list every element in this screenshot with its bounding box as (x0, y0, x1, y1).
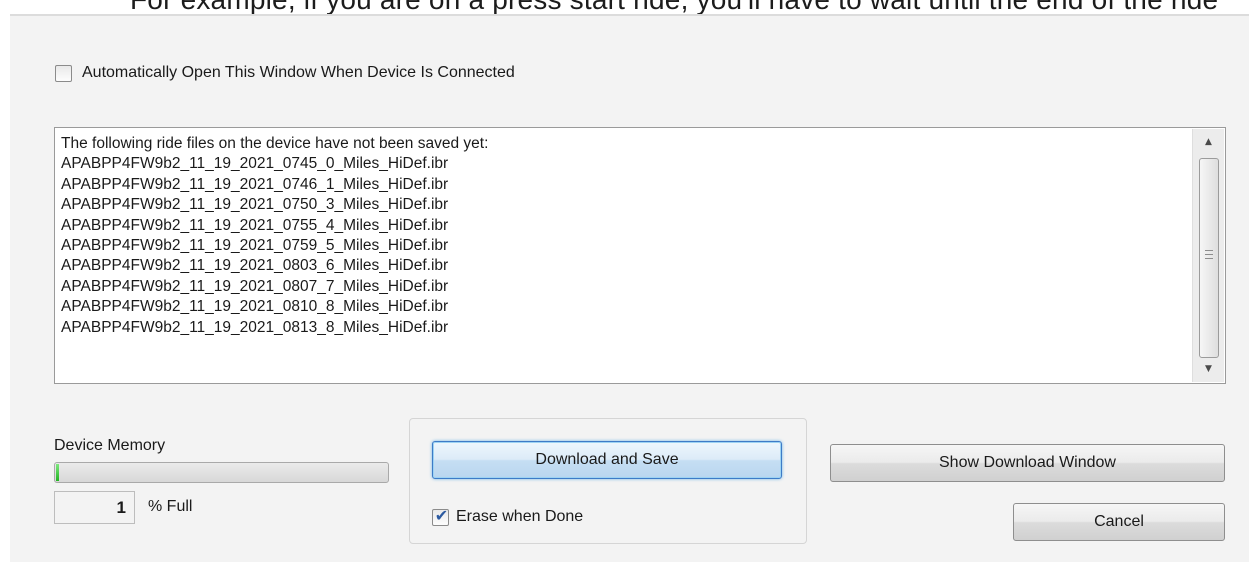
auto-open-checkbox[interactable] (55, 65, 72, 82)
auto-open-label[interactable]: Automatically Open This Window When Devi… (82, 64, 515, 82)
download-and-save-button[interactable]: Download and Save (432, 441, 782, 479)
list-item[interactable]: APABPP4FW9b2_11_19_2021_0810_8_Miles_HiD… (61, 297, 1191, 317)
scroll-up-arrow-icon[interactable]: ▲ (1193, 131, 1224, 153)
erase-when-done-checkbox[interactable]: ✔ (432, 506, 449, 526)
show-download-window-button[interactable]: Show Download Window (830, 444, 1225, 482)
background-document-text-fragment: For example, if you are on a press start… (0, 0, 1249, 14)
device-memory-progress-bar (54, 462, 389, 483)
checkmark-icon (56, 63, 73, 80)
file-list-content: The following ride files on the device h… (61, 134, 1191, 378)
list-item[interactable]: APABPP4FW9b2_11_19_2021_0759_5_Miles_HiD… (61, 236, 1191, 256)
device-memory-label: Device Memory (54, 437, 166, 454)
file-list-header: The following ride files on the device h… (61, 135, 489, 152)
list-item[interactable]: APABPP4FW9b2_11_19_2021_0813_8_Miles_HiD… (61, 318, 1191, 338)
unsaved-files-list[interactable]: The following ride files on the device h… (54, 127, 1226, 384)
scroll-down-arrow-icon[interactable]: ▼ (1193, 358, 1224, 380)
grip-icon (1205, 250, 1213, 262)
device-memory-progress-fill (56, 464, 60, 481)
list-item[interactable]: APABPP4FW9b2_11_19_2021_0755_4_Miles_HiD… (61, 216, 1191, 236)
list-item[interactable]: APABPP4FW9b2_11_19_2021_0803_6_Miles_HiD… (61, 256, 1191, 276)
list-item[interactable]: APABPP4FW9b2_11_19_2021_0745_0_Miles_HiD… (61, 154, 1191, 174)
document-text-line: For example, if you are on a press start… (130, 0, 1218, 14)
list-item[interactable]: APABPP4FW9b2_11_19_2021_0750_3_Miles_HiD… (61, 195, 1191, 215)
scrollbar-thumb[interactable] (1199, 158, 1219, 358)
erase-when-done-label[interactable]: Erase when Done (456, 508, 583, 526)
cancel-button[interactable]: Cancel (1013, 503, 1225, 541)
checkmark-icon: ✔ (434, 506, 449, 525)
memory-percent-suffix: % Full (148, 498, 193, 515)
vertical-scrollbar[interactable]: ▲ ▼ (1192, 129, 1224, 382)
dialog-top-edge (10, 14, 1249, 16)
memory-percent-value: 1 (54, 491, 135, 524)
list-item[interactable]: APABPP4FW9b2_11_19_2021_0746_1_Miles_HiD… (61, 175, 1191, 195)
list-item[interactable]: APABPP4FW9b2_11_19_2021_0807_7_Miles_HiD… (61, 277, 1191, 297)
